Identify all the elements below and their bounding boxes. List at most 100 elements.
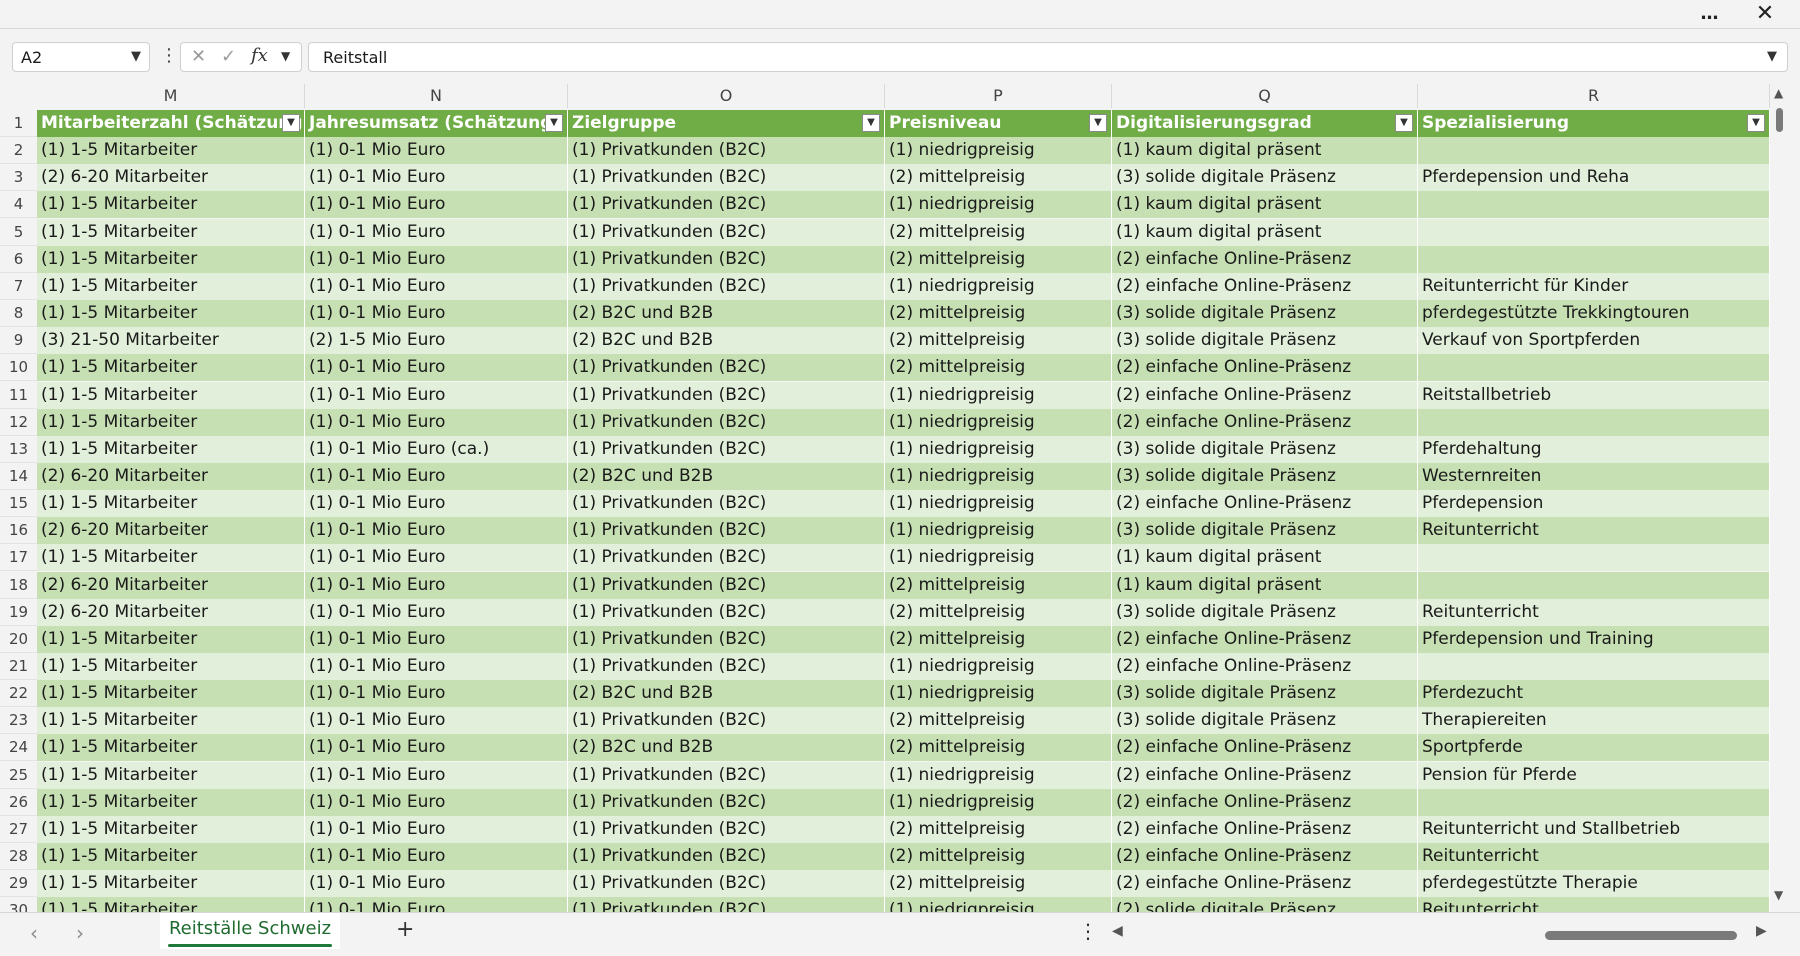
row-number[interactable]: 5 [0,219,37,246]
table-cell[interactable]: Reitunterricht [1418,598,1770,626]
table-cell[interactable]: (2) einfache Online-Präsenz [1112,354,1418,382]
scroll-up-icon[interactable]: ▲ [1774,86,1783,100]
header-cell[interactable]: Jahresumsatz (Schätzung) ▼ [305,110,568,137]
row-number[interactable]: 23 [0,707,37,735]
header-cell[interactable]: Digitalisierungsgrad ▼ [1112,110,1418,137]
table-cell[interactable]: (2) 1-5 Mio Euro [305,327,568,355]
table-cell[interactable]: (1) 0-1 Mio Euro [305,272,568,300]
table-cell[interactable]: (2) mittelpreisig [885,734,1112,762]
table-cell[interactable]: Reitunterricht [1418,517,1770,545]
table-cell[interactable] [1418,245,1770,273]
table-cell[interactable]: (2) einfache Online-Präsenz [1112,653,1418,680]
table-cell[interactable]: (1) niedrigpreisig [885,272,1112,300]
insert-function-icon[interactable]: fx [251,45,268,66]
table-cell[interactable]: (1) kaum digital präsent [1112,571,1418,599]
table-cell[interactable]: Westernreiten [1418,462,1770,490]
filter-dropdown-icon[interactable]: ▼ [1747,114,1765,132]
table-cell[interactable]: (1) Privatkunden (B2C) [568,191,885,219]
table-cell[interactable]: (2) mittelpreisig [885,164,1112,192]
table-cell[interactable]: (1) 0-1 Mio Euro [305,408,568,436]
table-cell[interactable] [1418,653,1770,680]
expand-formula-icon[interactable]: ▼ [1767,49,1777,64]
table-cell[interactable]: (1) niedrigpreisig [885,544,1112,572]
table-cell[interactable]: (2) mittelpreisig [885,571,1112,599]
table-cell[interactable]: (1) 0-1 Mio Euro [305,462,568,490]
enter-check-icon[interactable]: ✓ [221,46,236,67]
table-cell[interactable]: (2) einfache Online-Präsenz [1112,815,1418,843]
table-cell[interactable]: (1) 0-1 Mio Euro [305,653,568,680]
table-cell[interactable]: (1) 1-5 Mitarbeiter [37,625,305,653]
table-cell[interactable]: (2) 6-20 Mitarbeiter [37,598,305,626]
add-sheet-icon[interactable]: + [396,917,414,942]
table-cell[interactable]: (3) solide digitale Präsenz [1112,462,1418,490]
column-header-o[interactable]: O [568,84,885,108]
table-cell[interactable]: (1) 0-1 Mio Euro [305,245,568,273]
table-cell[interactable]: (1) 0-1 Mio Euro [305,490,568,518]
row-number[interactable]: 25 [0,762,37,789]
table-cell[interactable]: (1) 0-1 Mio Euro [305,164,568,192]
table-cell[interactable]: (1) 0-1 Mio Euro [305,517,568,545]
table-cell[interactable]: (1) Privatkunden (B2C) [568,164,885,192]
row-number[interactable]: 3 [0,164,37,192]
table-cell[interactable]: (1) 1-5 Mitarbeiter [37,435,305,463]
table-cell[interactable]: (2) mittelpreisig [885,625,1112,653]
row-number[interactable]: 18 [0,572,37,599]
table-cell[interactable]: (1) 1-5 Mitarbeiter [37,245,305,273]
table-cell[interactable]: (1) 0-1 Mio Euro [305,815,568,843]
table-cell[interactable]: (1) Privatkunden (B2C) [568,870,885,898]
row-number[interactable]: 14 [0,463,37,490]
table-cell[interactable]: (1) Privatkunden (B2C) [568,272,885,300]
table-cell[interactable]: (1) niedrigpreisig [885,490,1112,518]
chevron-down-icon[interactable]: ▼ [131,49,141,64]
table-cell[interactable]: (3) solide digitale Präsenz [1112,598,1418,626]
close-icon[interactable]: ✕ [1742,0,1788,28]
table-cell[interactable]: (1) 1-5 Mitarbeiter [37,843,305,871]
table-cell[interactable]: pferdegestützte Trekkingtouren [1418,300,1770,328]
table-cell[interactable]: (1) 0-1 Mio Euro [305,788,568,816]
table-cell[interactable]: (2) einfache Online-Präsenz [1112,245,1418,273]
table-cell[interactable]: (1) 0-1 Mio Euro [305,680,568,708]
sheet-options-icon[interactable]: ⋮ [1078,919,1098,943]
table-cell[interactable]: (1) 0-1 Mio Euro [305,625,568,653]
table-cell[interactable]: Pferdepension und Training [1418,625,1770,653]
next-sheet-icon[interactable]: › [76,921,84,945]
scroll-right-icon[interactable]: ▶ [1756,923,1767,939]
table-cell[interactable]: (1) 0-1 Mio Euro [305,544,568,572]
table-cell[interactable]: (1) niedrigpreisig [885,653,1112,680]
table-cell[interactable]: Verkauf von Sportpferden [1418,327,1770,355]
row-number[interactable]: 22 [0,680,37,708]
table-cell[interactable]: (1) 0-1 Mio Euro [305,843,568,871]
table-cell[interactable]: Therapiereiten [1418,707,1770,735]
filter-dropdown-icon[interactable]: ▼ [1089,114,1107,132]
row-number[interactable]: 12 [0,409,37,436]
table-cell[interactable]: Pferdezucht [1418,680,1770,708]
table-cell[interactable]: (2) B2C und B2B [568,327,885,355]
table-cell[interactable] [1418,788,1770,816]
table-cell[interactable]: (1) 1-5 Mitarbeiter [37,870,305,898]
table-cell[interactable]: (1) Privatkunden (B2C) [568,517,885,545]
table-cell[interactable]: (1) niedrigpreisig [885,408,1112,436]
column-header-r[interactable]: R [1418,84,1770,108]
table-cell[interactable]: (1) 1-5 Mitarbeiter [37,408,305,436]
table-cell[interactable]: (1) 1-5 Mitarbeiter [37,653,305,680]
table-cell[interactable]: (1) Privatkunden (B2C) [568,843,885,871]
table-cell[interactable]: (1) kaum digital präsent [1112,191,1418,219]
table-cell[interactable]: (1) Privatkunden (B2C) [568,544,885,572]
table-cell[interactable]: (1) Privatkunden (B2C) [568,435,885,463]
column-header-n[interactable]: N [305,84,568,108]
table-cell[interactable]: (1) 1-5 Mitarbeiter [37,137,305,165]
row-number[interactable]: 11 [0,382,37,409]
table-cell[interactable]: Reitunterricht und Stallbetrieb [1418,815,1770,843]
table-cell[interactable]: (2) mittelpreisig [885,815,1112,843]
table-cell[interactable]: (1) 1-5 Mitarbeiter [37,218,305,246]
table-cell[interactable]: (1) 0-1 Mio Euro [305,734,568,762]
row-number[interactable]: 1 [0,110,37,137]
scroll-left-icon[interactable]: ◀ [1112,923,1123,939]
row-number[interactable]: 20 [0,626,37,653]
table-cell[interactable] [1418,408,1770,436]
table-cell[interactable]: (2) mittelpreisig [885,598,1112,626]
table-cell[interactable]: (1) 0-1 Mio Euro (ca.) [305,435,568,463]
formula-bar-handle-icon[interactable]: ⋮ [160,45,178,66]
table-cell[interactable] [1418,571,1770,599]
table-cell[interactable]: Reitunterricht für Kinder [1418,272,1770,300]
